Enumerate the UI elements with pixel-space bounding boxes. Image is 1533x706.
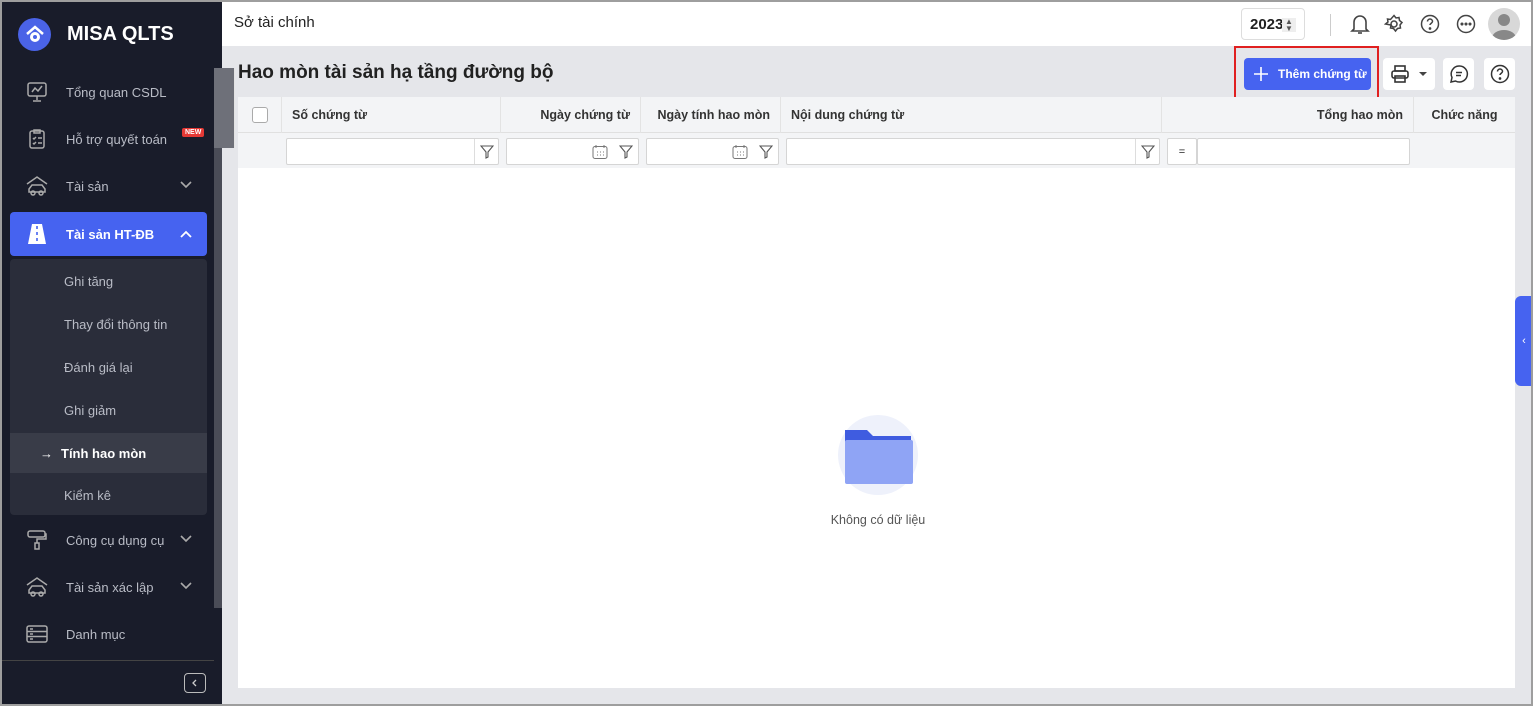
chevron-down-icon xyxy=(180,582,192,590)
submenu-label: Tính hao mòn xyxy=(61,445,147,461)
submenu-label: Ghi tăng xyxy=(64,273,114,289)
submenu-label: Đánh giá lại xyxy=(64,359,133,375)
bell-icon[interactable] xyxy=(1348,12,1372,36)
voucher-table: Số chứng từ Ngày chứng từ Ngày tính hao … xyxy=(238,97,1515,688)
filter-noi-dung[interactable] xyxy=(786,138,1160,165)
submenu-item-ghi-tang[interactable]: Ghi tăng xyxy=(10,261,207,301)
chevron-down-icon xyxy=(180,181,192,189)
printer-icon xyxy=(1391,65,1409,83)
chevron-down-icon xyxy=(180,535,192,543)
filter-icon[interactable] xyxy=(614,139,638,164)
avatar[interactable] xyxy=(1488,8,1520,40)
filter-row: = xyxy=(238,133,1515,168)
submenu-item-thay-doi-thong-tin[interactable]: Thay đổi thông tin xyxy=(10,304,207,344)
page-title: Hao mòn tài sản hạ tầng đường bộ xyxy=(238,62,554,83)
feedback-button[interactable] xyxy=(1443,58,1474,90)
filter-icon[interactable] xyxy=(474,139,498,164)
expand-panel-tab[interactable]: ‹ xyxy=(1515,296,1531,386)
clipboard-icon xyxy=(24,126,50,152)
filter-ngay-chung-tu[interactable] xyxy=(506,138,639,165)
submenu-item-tinh-hao-mon[interactable]: → Tính hao mòn xyxy=(10,433,207,473)
logo[interactable]: MISA QLTS xyxy=(18,18,174,51)
sidebar-item-label: Danh mục xyxy=(66,626,126,642)
gear-icon[interactable] xyxy=(1382,12,1406,36)
submenu-label: Ghi giảm xyxy=(64,402,117,418)
column-header-tong-hao-mon[interactable]: Tổng hao mòn xyxy=(1162,97,1414,133)
print-button[interactable] xyxy=(1383,58,1435,90)
spinner-icon[interactable]: ▲ ▼ xyxy=(1282,18,1296,33)
help-icon[interactable] xyxy=(1418,12,1442,36)
sidebar-item-label: Tài sản xyxy=(66,178,109,194)
monitor-chart-icon xyxy=(24,79,50,105)
chevron-left-icon: ‹ xyxy=(1522,335,1526,347)
sidebar-item-label: Công cụ dụng cụ xyxy=(66,532,165,548)
sidebar-scrollbar[interactable] xyxy=(214,68,235,608)
new-badge: NEW xyxy=(182,128,205,137)
road-icon xyxy=(24,221,50,247)
help-button[interactable] xyxy=(1484,58,1515,90)
column-header-so-chung-tu[interactable]: Số chứng từ xyxy=(282,97,501,133)
column-header-noi-dung[interactable]: Nội dung chứng từ xyxy=(781,97,1162,133)
submenu-item-kiem-ke[interactable]: Kiểm kê xyxy=(10,475,207,515)
organization-name: Sở tài chính xyxy=(234,14,315,31)
plus-icon xyxy=(1254,67,1268,81)
help-icon xyxy=(1490,64,1509,84)
more-icon[interactable] xyxy=(1454,12,1478,36)
add-voucher-button[interactable]: Thêm chứng từ xyxy=(1244,58,1371,90)
submenu-item-ghi-giam[interactable]: Ghi giảm xyxy=(10,390,207,430)
house-car-icon xyxy=(24,173,50,199)
filter-tong-hao-mon[interactable] xyxy=(1197,138,1410,165)
column-header-chuc-nang: Chức năng xyxy=(1431,108,1498,122)
sidebar-item-cong-cu-dung-cu[interactable]: Công cụ dụng cụ xyxy=(10,519,207,561)
submenu-label: Kiểm kê xyxy=(64,487,111,503)
sidebar-item-danh-muc[interactable]: Danh mục xyxy=(10,613,207,655)
top-bar: Sở tài chính 2023 ▲ ▼ xyxy=(222,2,1531,46)
caret-down-icon xyxy=(1419,72,1427,76)
calendar-icon[interactable] xyxy=(592,144,608,160)
operator-select[interactable]: = xyxy=(1167,138,1197,165)
sidebar-item-ho-tro-quyet-toan[interactable]: Hỗ trợ quyết toán NEW xyxy=(10,118,207,160)
sidebar-item-label: Tổng quan CSDL xyxy=(66,84,167,100)
house-car-icon xyxy=(24,574,50,600)
app-name: MISA QLTS xyxy=(67,23,174,45)
column-header-ngay-tinh-hao-mon[interactable]: Ngày tính hao mòn xyxy=(641,97,781,133)
sidebar-item-tai-san[interactable]: Tài sản xyxy=(10,165,207,207)
sidebar-item-label: Tài sản xác lập xyxy=(66,579,154,595)
add-voucher-label: Thêm chứng từ xyxy=(1278,67,1367,81)
arrow-right-icon: → xyxy=(40,445,53,461)
list-icon xyxy=(24,621,50,647)
sidebar-item-tai-san-xac-lap[interactable]: Tài sản xác lập xyxy=(10,566,207,608)
sidebar-item-label: Hỗ trợ quyết toán xyxy=(66,131,168,147)
folder-icon xyxy=(838,415,918,495)
column-header-ngay-chung-tu[interactable]: Ngày chứng từ xyxy=(501,97,641,133)
sidebar-footer xyxy=(2,660,214,704)
sidebar: MISA QLTS Tổng quan CSDL Hỗ trợ quyết to… xyxy=(2,2,235,704)
sidebar-item-tong-quan[interactable]: Tổng quan CSDL xyxy=(10,71,207,113)
collapse-sidebar-button[interactable] xyxy=(184,673,206,693)
chevron-up-icon xyxy=(180,230,192,238)
sidebar-item-label: Tài sản HT-ĐB xyxy=(66,226,155,242)
filter-ngay-tinh-hao-mon[interactable] xyxy=(646,138,779,165)
chevron-left-icon xyxy=(192,679,197,687)
submenu-item-danh-gia-lai[interactable]: Đánh giá lại xyxy=(10,347,207,387)
year-stepper[interactable]: 2023 ▲ ▼ xyxy=(1241,8,1305,40)
logo-icon xyxy=(18,18,51,51)
filter-icon[interactable] xyxy=(1135,139,1159,164)
table-header: Số chứng từ Ngày chứng từ Ngày tính hao … xyxy=(238,97,1515,133)
submenu-tai-san-ht-db: Ghi tăng Thay đổi thông tin Đánh giá lại… xyxy=(10,259,207,515)
calendar-icon[interactable] xyxy=(732,144,748,160)
app-window: MISA QLTS Tổng quan CSDL Hỗ trợ quyết to… xyxy=(2,2,1531,704)
year-value: 2023 xyxy=(1250,15,1284,33)
filter-so-chung-tu[interactable] xyxy=(286,138,499,165)
empty-message: Không có dữ liệu xyxy=(830,513,926,527)
submenu-label: Thay đổi thông tin xyxy=(64,316,168,332)
sidebar-item-tai-san-ht-db[interactable]: Tài sản HT-ĐB xyxy=(10,212,207,256)
chat-icon xyxy=(1449,65,1468,83)
divider xyxy=(1330,14,1331,36)
paint-roller-icon xyxy=(24,527,50,553)
filter-icon[interactable] xyxy=(754,139,778,164)
empty-state: Không có dữ liệu xyxy=(831,415,925,527)
select-all-checkbox[interactable] xyxy=(238,97,282,133)
